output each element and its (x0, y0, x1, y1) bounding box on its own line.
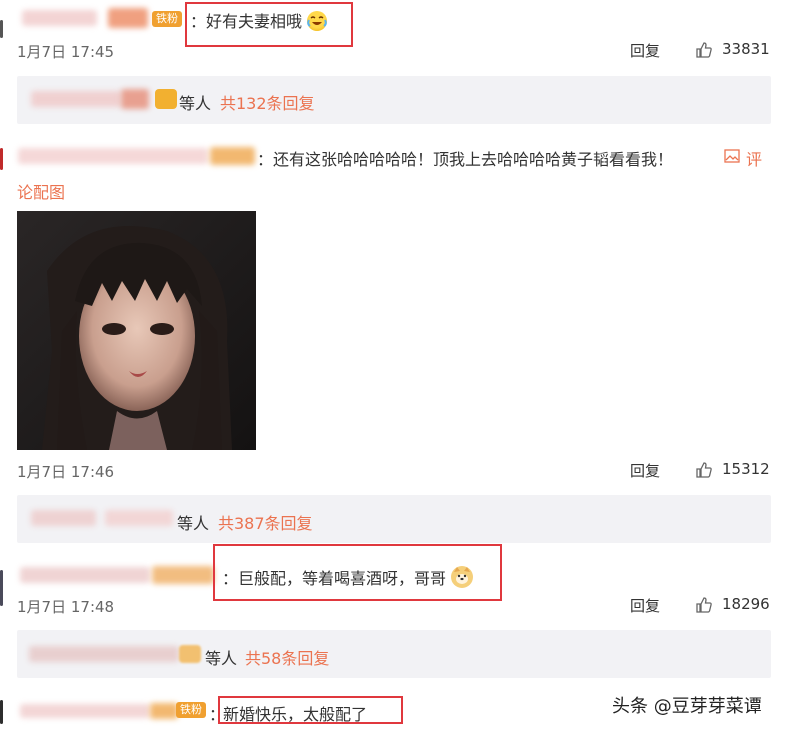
view-replies-link[interactable]: 共132条回复 (220, 90, 315, 114)
comment-image[interactable] (17, 211, 256, 450)
like-count: 18296 (722, 595, 770, 613)
comment-text: 新婚快乐，太般配了 (223, 705, 368, 724)
comment-text: ：好有夫妻相哦 (190, 8, 328, 32)
comment-image-link[interactable]: 评 (746, 146, 762, 170)
username-blurred[interactable] (20, 704, 150, 718)
comment-time: 1月7日 17:48 (17, 598, 115, 616)
like-icon[interactable] (695, 596, 713, 614)
subreply-badge-icon (155, 89, 177, 109)
comment-time: 1月7日 17:45 (17, 43, 115, 61)
comment-text: ：还有这张哈哈哈哈哈！顶我上去哈哈哈哈黄子韬看看我！ (257, 150, 674, 169)
subreply-user-blurred (31, 91, 121, 107)
avatar[interactable] (0, 148, 3, 170)
image-icon[interactable] (724, 149, 740, 163)
comment-time: 1月7日 17:46 (17, 463, 115, 481)
subreply-user-blurred (29, 646, 179, 662)
user-badge-blurred (210, 147, 255, 165)
reply-button[interactable]: 回复 (630, 595, 660, 616)
user-badge-blurred (108, 8, 148, 28)
emoji-doge-icon (451, 566, 474, 588)
reply-button[interactable]: 回复 (630, 40, 660, 61)
like-count: 33831 (722, 40, 770, 58)
view-replies-link[interactable]: 共58条回复 (245, 645, 329, 669)
avatar[interactable] (0, 570, 3, 606)
watermark: 头条 @豆芽芽菜谭 (612, 696, 762, 717)
avatar[interactable] (0, 20, 3, 38)
subreply-user-blurred (31, 510, 96, 526)
fan-badge: 铁粉 (152, 11, 182, 27)
username-blurred[interactable] (20, 567, 150, 583)
user-badge-blurred (150, 703, 178, 719)
sub-etc-label: 等人 (177, 514, 210, 533)
username-blurred[interactable] (22, 10, 97, 26)
username-blurred[interactable] (18, 148, 208, 164)
reply-button[interactable]: 回复 (630, 460, 660, 481)
sub-replies[interactable]: 等人 共58条回复 (17, 630, 771, 678)
user-badge-blurred (152, 566, 214, 584)
avatar[interactable] (0, 700, 3, 724)
fan-badge: 铁粉 (176, 702, 206, 718)
sub-replies[interactable]: 等人 共387条回复 (17, 495, 771, 543)
view-replies-link[interactable]: 共387条回复 (218, 510, 313, 534)
comment-text: ：巨般配，等着喝喜酒呀，哥哥 (222, 565, 474, 589)
like-icon[interactable] (695, 461, 713, 479)
sub-etc-label: 等人 (205, 649, 238, 668)
comment-image-link-cont[interactable]: 论配图 (17, 179, 65, 203)
emoji-laugh-cry-icon (307, 11, 328, 31)
like-count: 15312 (722, 460, 770, 478)
sub-etc-label: 等人 (179, 94, 212, 113)
subreply-user-blurred (121, 89, 149, 109)
subreply-user-blurred (105, 510, 173, 526)
sub-replies[interactable]: 等人 共132条回复 (17, 76, 771, 124)
like-icon[interactable] (695, 41, 713, 59)
subreply-badge-icon (179, 645, 201, 663)
